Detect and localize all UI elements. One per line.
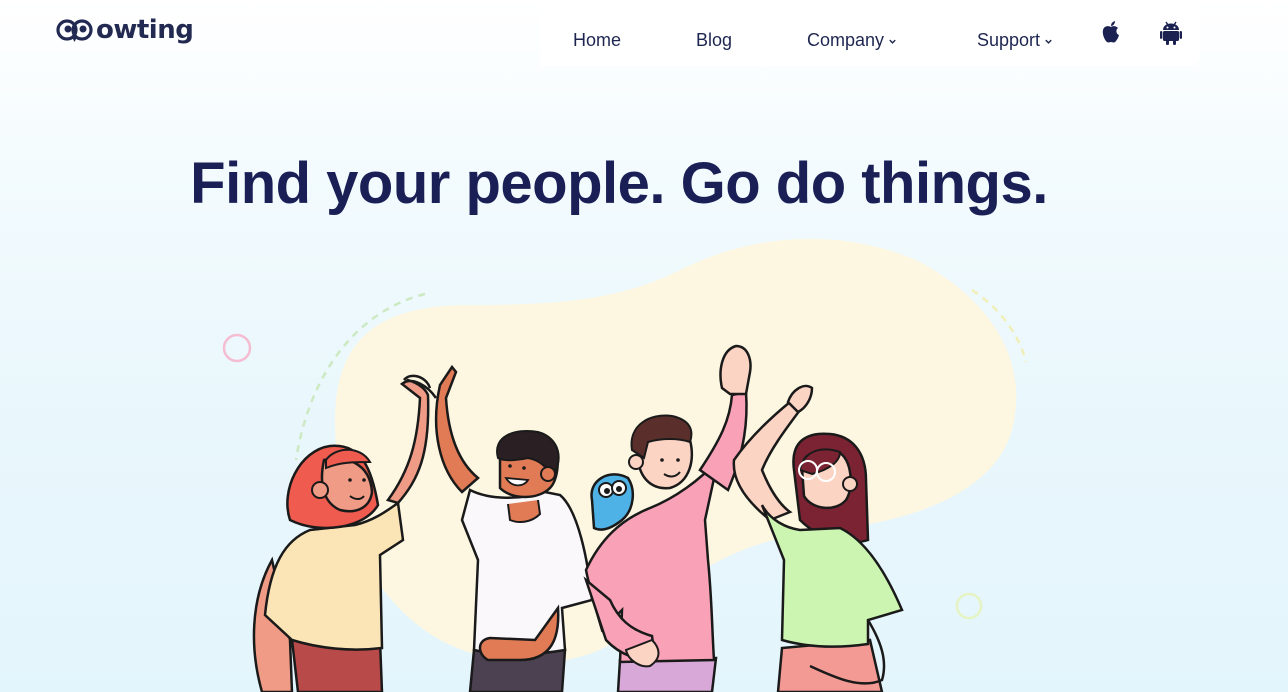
logo[interactable]: owting: [56, 14, 194, 46]
owl-eyes-icon: [56, 15, 94, 45]
chevron-down-icon: [1045, 39, 1052, 44]
person-2-figure: [401, 364, 594, 692]
nav-blog-label: Blog: [696, 30, 733, 50]
owl-mascot: [590, 473, 635, 531]
hero-title: Find your people. Go do things.: [190, 150, 1048, 216]
brand-name: owting: [96, 15, 194, 45]
android-icon[interactable]: [1160, 20, 1184, 46]
main-nav: Home Blog Company Support: [540, 0, 1200, 66]
nav-home[interactable]: Home: [573, 28, 621, 52]
nav-company[interactable]: Company: [807, 28, 897, 52]
nav-home-label: Home: [573, 30, 622, 50]
chevron-down-icon: [889, 39, 896, 44]
person-3-figure: [583, 344, 752, 692]
person-1-figure: [252, 374, 432, 692]
apple-icon[interactable]: [1100, 20, 1124, 46]
person-4-figure: [732, 384, 904, 692]
nav-blog[interactable]: Blog: [696, 28, 732, 52]
top-bar: owting Home Blog Company Support: [0, 0, 1288, 70]
nav-company-label: Company: [807, 30, 885, 50]
hero-illustration: [222, 238, 1028, 692]
nav-support-label: Support: [977, 30, 1041, 50]
nav-support[interactable]: Support: [977, 28, 1053, 52]
